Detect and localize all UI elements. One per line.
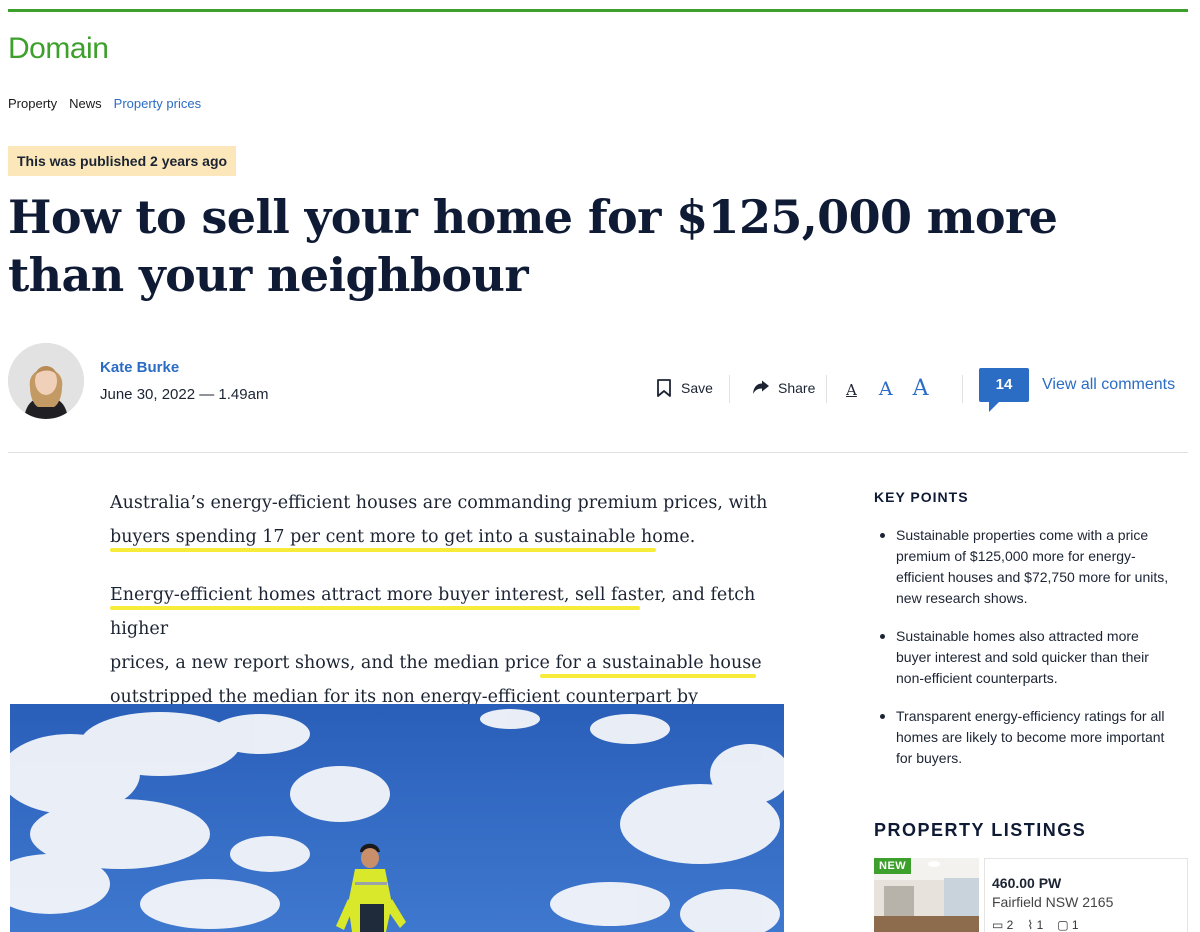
author-avatar[interactable] [8,343,84,419]
article-paragraph-1: Australia’s energy-efficient houses are … [110,486,790,554]
action-divider [826,375,827,403]
bed-icon: ▭ 2 [992,918,1014,932]
published-age-badge: This was published 2 years ago [8,146,237,176]
view-all-comments-link[interactable]: View all comments [1042,376,1175,394]
property-listings-heading: PROPERTY LISTINGS [874,820,1087,840]
key-points-heading: KEY POINTS [874,489,969,505]
bath-icon: ⌇ 1 [1027,918,1044,932]
action-divider [729,375,730,403]
listing-info[interactable]: 460.00 PW Fairfield NSW 2165 ▭ 2 ⌇ 1 ▢ 1 [984,858,1188,932]
listing-features: ▭ 2 ⌇ 1 ▢ 1 [992,918,1187,932]
bath-count: 1 [1036,918,1044,932]
save-label: Save [681,380,713,396]
header-divider [8,452,1188,453]
paragraph-line: Australia’s energy-efficient houses are … [110,493,768,513]
domain-logo[interactable]: Domain [8,32,109,66]
breadcrumb-property-prices[interactable]: Property prices [114,96,201,111]
save-button[interactable]: Save [655,368,713,408]
key-point-item: Sustainable properties come with a price… [874,525,1174,609]
bed-count: 2 [1006,918,1014,932]
paragraph-line: Energy-efficient homes attract more buye… [110,585,756,639]
article-headline: How to sell your home for $125,000 more … [8,190,1058,302]
share-arrow-icon [753,380,769,394]
listing-card[interactable]: NEW 460.00 PW Fairfield NSW 2165 ▭ 2 ⌇ 1… [874,858,1188,932]
breadcrumb: Property News Property prices [8,96,201,111]
font-size-small-button[interactable]: A [846,381,857,399]
breadcrumb-property[interactable]: Property [8,96,57,111]
font-size-controls: A A A [846,368,928,408]
highlight-mark [110,606,640,610]
parking-count: 1 [1071,918,1079,932]
share-button[interactable]: Share [752,368,815,408]
new-listing-badge: NEW [874,858,912,874]
font-size-large-button[interactable]: A [913,376,929,401]
publish-date: June 30, 2022 — 1.49am [100,386,269,403]
key-point-item: Transparent energy-efficiency ratings fo… [874,706,1174,769]
comment-count-badge[interactable]: 14 [979,368,1029,412]
key-points-list: Sustainable properties come with a price… [874,525,1174,786]
author-name-link[interactable]: Kate Burke [100,359,179,376]
highlight-mark [110,548,656,552]
bookmark-icon [657,379,671,397]
article-hero-image[interactable] [10,704,784,932]
key-point-item: Sustainable homes also attracted more bu… [874,626,1174,689]
action-divider [962,375,963,403]
breadcrumb-news[interactable]: News [69,96,102,111]
font-size-medium-button[interactable]: A [879,378,893,400]
listing-address: Fairfield NSW 2165 [992,894,1114,910]
listing-photo[interactable]: NEW [874,858,979,932]
sky-worker-photo [10,704,784,932]
highlight-mark [540,674,756,678]
author-photo [8,343,84,419]
share-label: Share [778,380,816,396]
top-accent-rule [8,9,1188,12]
listing-price: 460.00 PW [992,875,1062,891]
car-icon: ▢ 1 [1057,918,1079,932]
